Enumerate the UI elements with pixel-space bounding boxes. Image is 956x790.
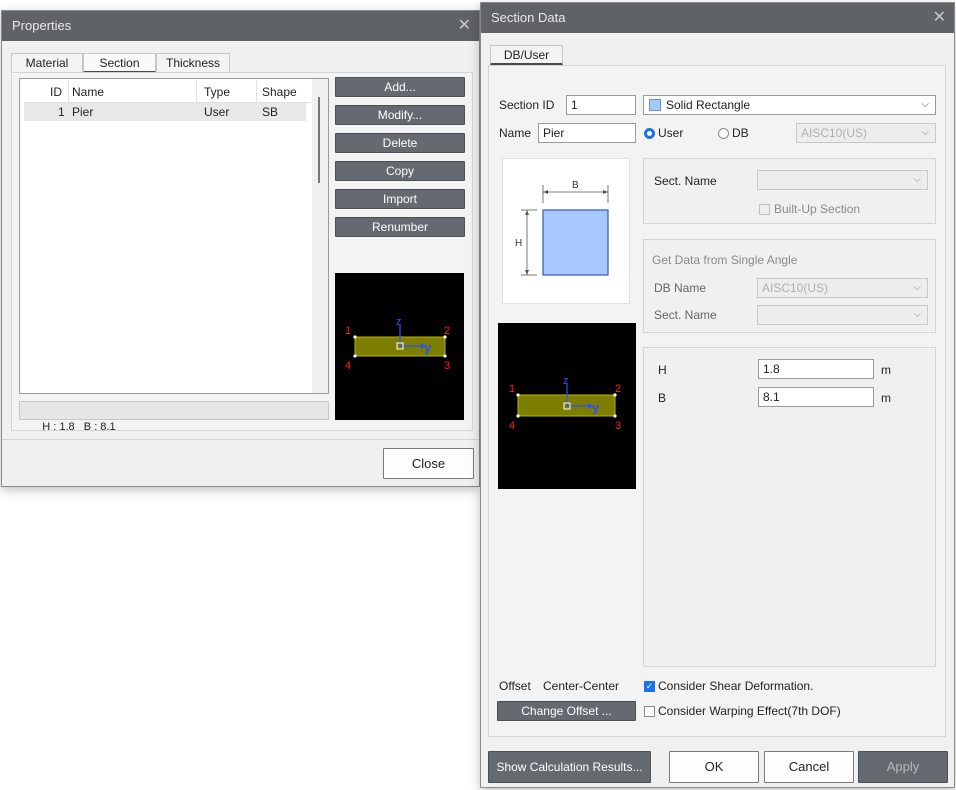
tab-db-user[interactable]: DB/User (490, 45, 563, 65)
section-preview-graphic: z y 1 2 3 4 (509, 375, 621, 432)
change-offset-button[interactable]: Change Offset ... (497, 701, 636, 721)
axis-z-label: z (563, 375, 569, 387)
section-data-title: Section Data (491, 10, 566, 25)
dimension-h-label: H (515, 238, 522, 249)
name-label: Name (499, 126, 532, 140)
sect-name-group: Sect. Name ⌵ Built-Up Section (643, 158, 936, 224)
db-select[interactable]: AISC10(US) ⌵ (796, 123, 936, 143)
corner-label-3: 3 (615, 420, 621, 432)
tab-thickness[interactable]: Thickness (156, 53, 230, 73)
db-name-label: DB Name (654, 281, 707, 295)
offset-label: Offset (499, 679, 531, 693)
param-b-unit: m (881, 391, 891, 405)
close-icon[interactable]: ✕ (458, 11, 471, 41)
ok-button[interactable]: OK (669, 751, 759, 783)
warping-effect-label: Consider Warping Effect(7th DOF) (658, 704, 841, 718)
section-list[interactable]: ID Name Type Shape 1 Pier User SB (19, 78, 329, 394)
chevron-down-icon: ⌵ (921, 127, 929, 138)
corner-label-1: 1 (345, 325, 351, 337)
import-button[interactable]: Import (335, 189, 465, 209)
renumber-button[interactable]: Renumber (335, 217, 465, 237)
properties-title: Properties (12, 18, 72, 33)
corner-label-2: 2 (444, 325, 450, 337)
close-icon[interactable]: ✕ (933, 3, 946, 33)
chevron-down-icon: ⌵ (921, 99, 929, 110)
list-scrollbar[interactable] (312, 79, 328, 393)
chevron-down-icon: ⌵ (913, 174, 921, 185)
shape-diagram-graphic: B H (515, 180, 609, 276)
section-preview: z y 1 2 3 4 (335, 273, 464, 420)
table-header: ID Name Type Shape (24, 81, 312, 103)
tab-material[interactable]: Material (11, 53, 83, 73)
table-row[interactable]: 1 Pier User SB (24, 103, 306, 121)
param-h-unit: m (881, 363, 891, 377)
section-data-titlebar: Section Data ✕ (481, 3, 954, 33)
corner-label-1: 1 (509, 383, 515, 395)
apply-button[interactable]: Apply (858, 751, 948, 783)
properties-window: Properties ✕ Material Section Thickness … (1, 10, 480, 487)
show-calculation-results-button[interactable]: Show Calculation Results... (488, 751, 651, 783)
section-id-label: Section ID (499, 98, 555, 112)
axis-y-label: y (592, 400, 600, 415)
warping-effect-checkbox[interactable] (644, 706, 655, 717)
user-radio[interactable] (644, 128, 655, 139)
sect-name2-select[interactable]: ⌵ (757, 305, 928, 325)
scrollbar-thumb[interactable] (318, 97, 320, 183)
col-shape-header[interactable]: Shape (262, 85, 297, 99)
dimension-params-group: H 1.8 m B 8.1 m (643, 347, 936, 667)
section-preview: z y 1 2 3 4 (498, 323, 636, 489)
built-up-checkbox[interactable] (759, 204, 770, 215)
param-b-label: B (658, 391, 667, 405)
single-angle-group: Get Data from Single Angle DB Name AISC1… (643, 239, 936, 333)
name-input[interactable]: Pier (538, 123, 636, 143)
delete-button[interactable]: Delete (335, 133, 465, 153)
properties-titlebar: Properties ✕ (2, 11, 479, 41)
sect-name-select[interactable]: ⌵ (757, 170, 928, 190)
modify-button[interactable]: Modify... (335, 105, 465, 125)
sect-name-label: Sect. Name (654, 174, 717, 188)
built-up-label: Built-Up Section (774, 202, 861, 216)
section-id-input[interactable]: 1 (566, 95, 636, 115)
cancel-button[interactable]: Cancel (764, 751, 854, 783)
tab-section[interactable]: Section (83, 53, 156, 73)
shape-type-select[interactable]: Solid Rectangle ⌵ (643, 95, 936, 115)
shear-deformation-checkbox[interactable]: ✓ (644, 681, 655, 692)
db-name-select[interactable]: AISC10(US) ⌵ (757, 278, 928, 298)
axis-z-label: z (396, 316, 402, 328)
offset-value: Center-Center (543, 679, 620, 693)
status-bar: H : 1.8 B : 8.1 (19, 401, 329, 433)
param-h-label: H (658, 363, 667, 377)
single-angle-title: Get Data from Single Angle (652, 253, 798, 267)
section-preview-graphic: z y 1 2 3 4 (345, 316, 450, 372)
section-data-window: Section Data ✕ DB/User Section ID 1 Soli… (480, 2, 955, 788)
chevron-down-icon: ⌵ (913, 282, 921, 293)
copy-button[interactable]: Copy (335, 161, 465, 181)
user-radio-label: User (658, 126, 684, 140)
close-button[interactable]: Close (383, 448, 474, 479)
add-button[interactable]: Add... (335, 77, 465, 97)
param-h-input[interactable]: 1.8 (758, 359, 874, 379)
param-b-input[interactable]: 8.1 (758, 387, 874, 407)
shear-deformation-label: Consider Shear Deformation. (658, 679, 814, 693)
solid-rectangle-icon (649, 99, 661, 111)
corner-label-4: 4 (509, 420, 515, 432)
status-text: H : 1.8 B : 8.1 (42, 421, 116, 433)
col-type-header[interactable]: Type (204, 85, 230, 99)
axis-y-label: y (424, 340, 432, 355)
corner-label-3: 3 (444, 360, 450, 372)
corner-label-4: 4 (345, 360, 351, 372)
sect-name2-label: Sect. Name (654, 308, 717, 322)
col-id-header[interactable]: ID (50, 85, 62, 99)
shape-diagram: B H (502, 158, 630, 304)
corner-label-2: 2 (615, 383, 621, 395)
db-radio[interactable] (718, 128, 729, 139)
col-name-header[interactable]: Name (72, 85, 104, 99)
chevron-down-icon: ⌵ (913, 309, 921, 320)
dimension-b-label: B (572, 180, 579, 191)
db-radio-label: DB (732, 126, 749, 140)
